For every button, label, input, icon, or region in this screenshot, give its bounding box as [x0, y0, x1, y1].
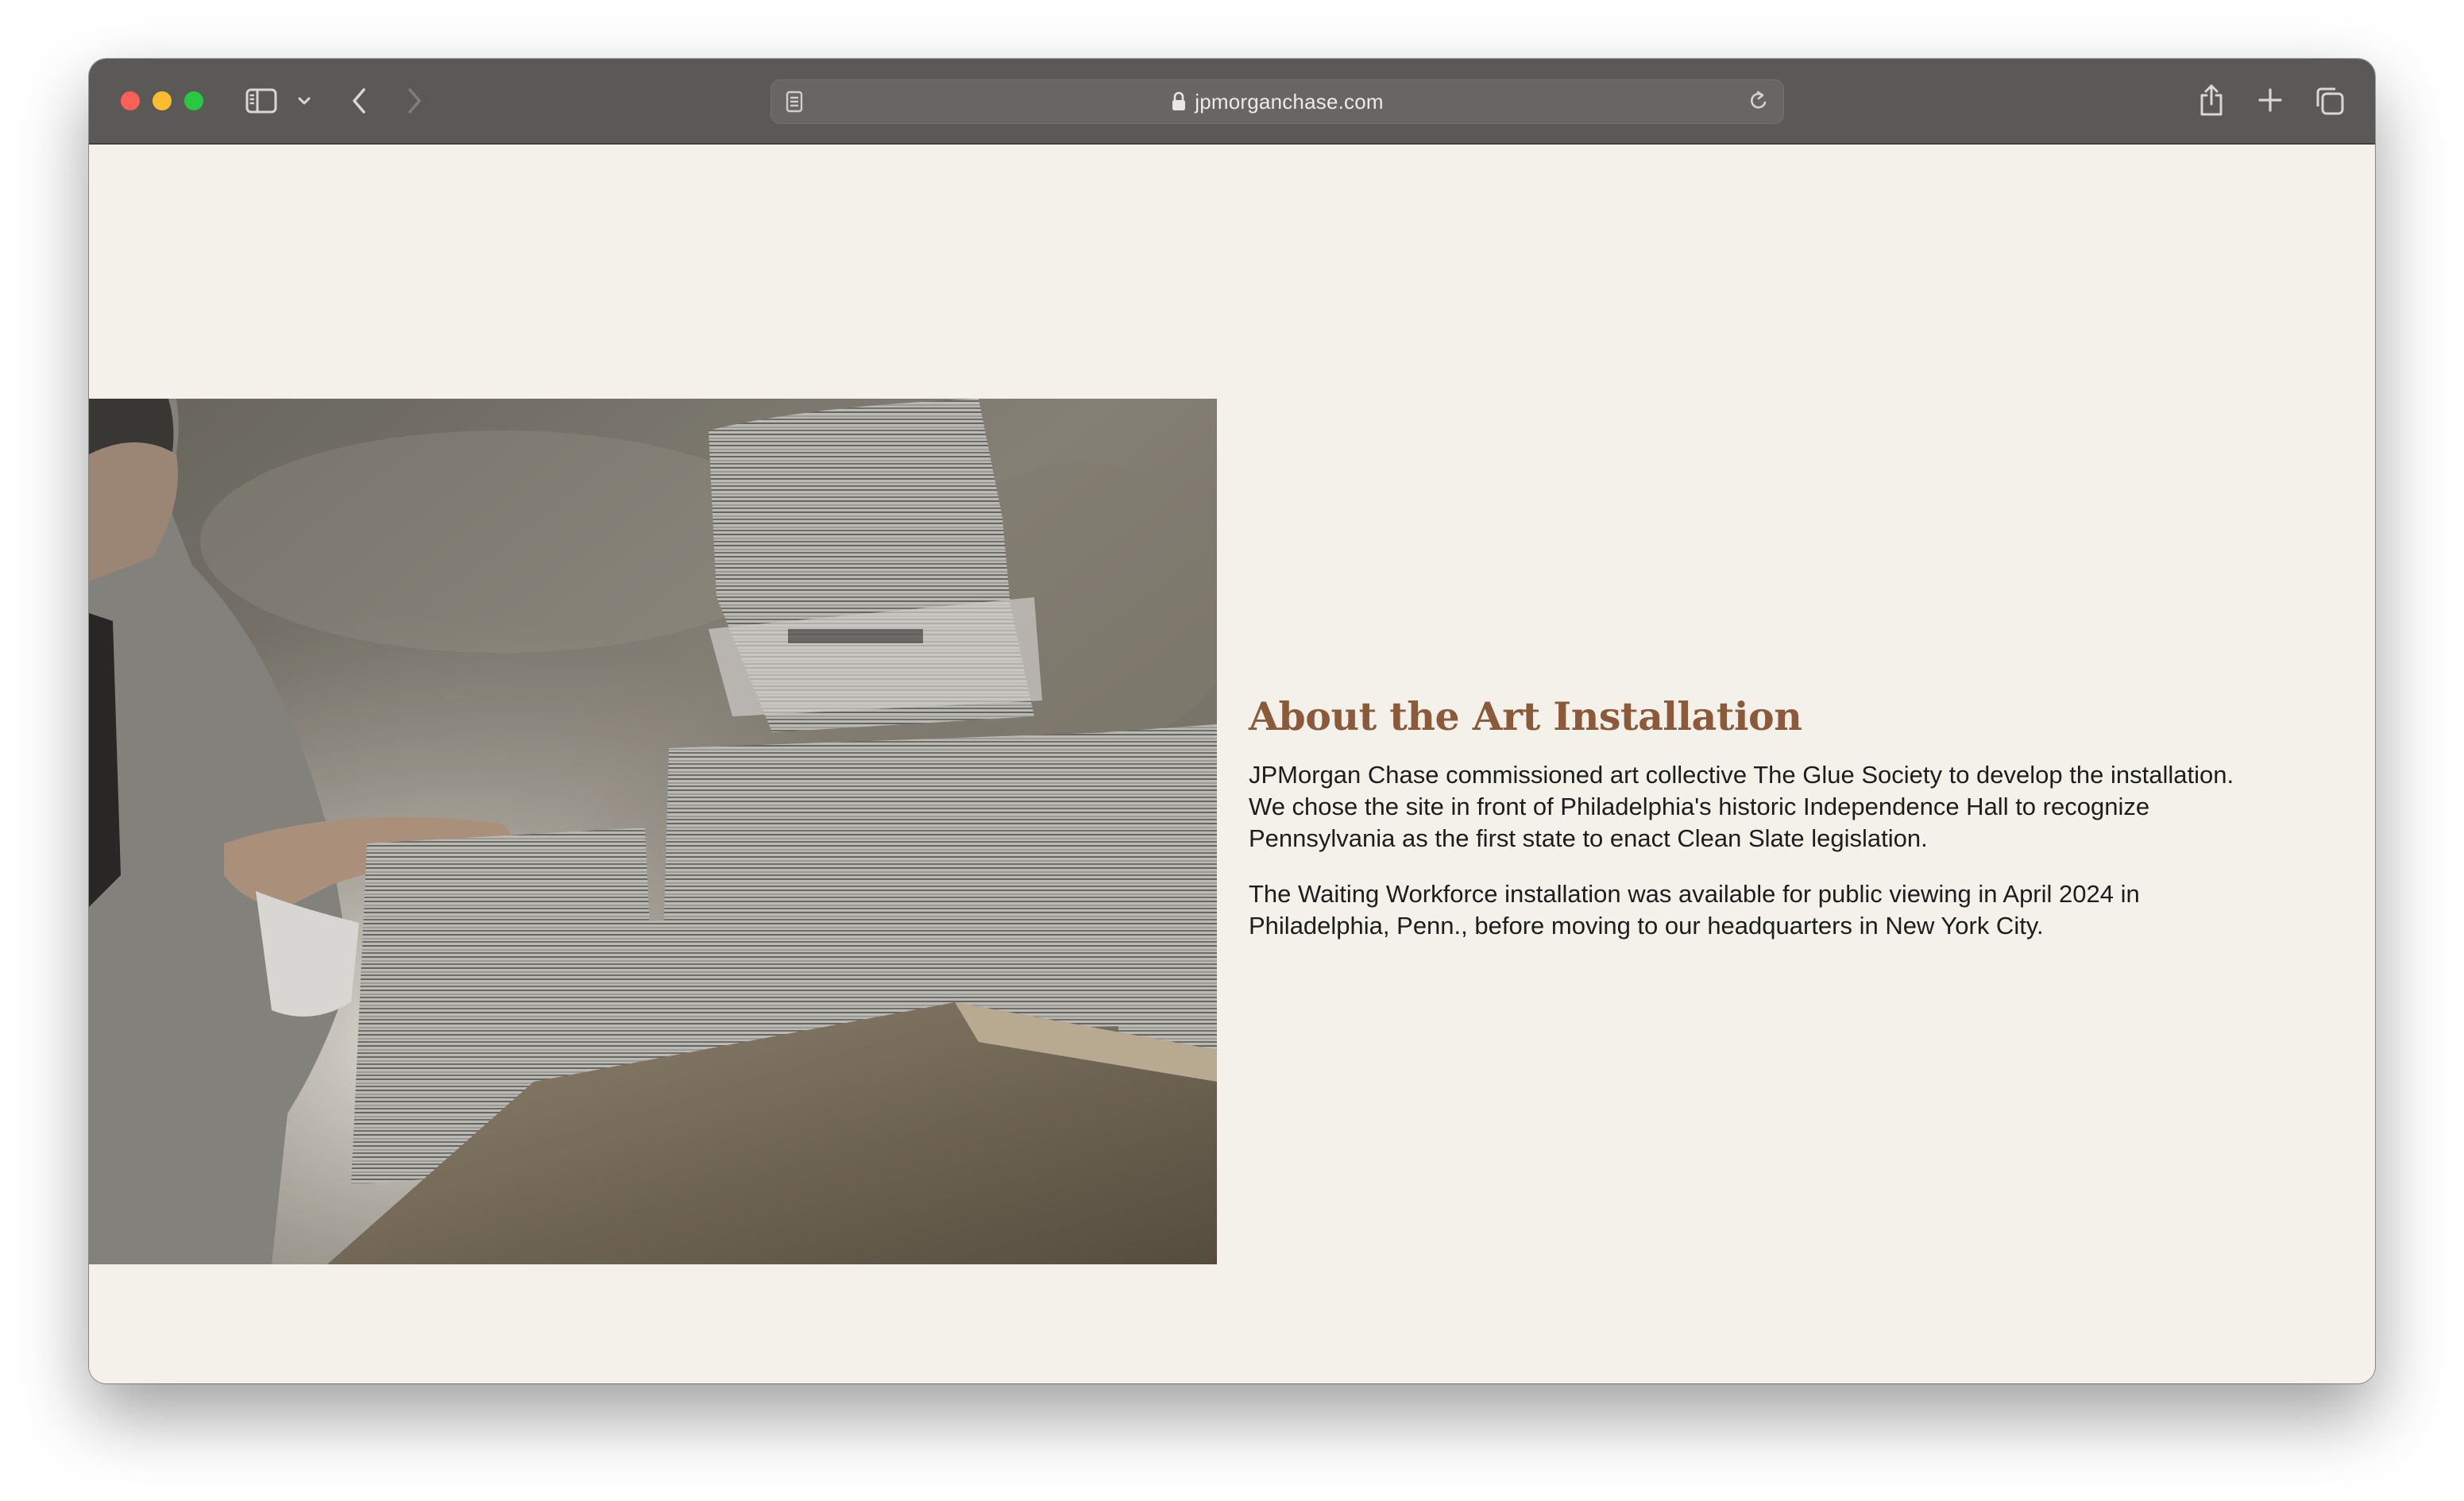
art-installation-text: About the Art Installation JPMorgan Chas… [1249, 694, 2242, 966]
address-bar[interactable]: jpmorganchase.com [770, 79, 1784, 124]
tabs-icon[interactable] [2313, 84, 2346, 118]
browser-window: jpmorganchase.com About the Art Installa… [89, 59, 2375, 1383]
close-window-button[interactable] [121, 91, 140, 110]
forward-icon[interactable] [399, 83, 431, 119]
minimize-window-button[interactable] [153, 91, 172, 110]
art-installation-photo [89, 399, 1217, 1264]
paragraph-viewing: The Waiting Workforce installation was a… [1249, 880, 2140, 940]
sidebar-icon[interactable] [245, 86, 278, 116]
url-text: jpmorganchase.com [1195, 89, 1384, 114]
page-content: About the Art Installation JPMorgan Chas… [89, 145, 2375, 1383]
section-heading: About the Art Installation [1249, 693, 1802, 739]
maximize-window-button[interactable] [184, 91, 203, 110]
lock-icon [1171, 91, 1187, 112]
plus-icon[interactable] [2254, 84, 2286, 116]
paragraph-commission: JPMorgan Chase commissioned art collecti… [1249, 761, 2234, 853]
reload-icon[interactable] [1747, 90, 1771, 114]
browser-toolbar: jpmorganchase.com [89, 59, 2375, 145]
chevron-down-icon[interactable] [294, 91, 315, 111]
back-icon[interactable] [343, 83, 375, 119]
share-icon[interactable] [2196, 81, 2227, 119]
